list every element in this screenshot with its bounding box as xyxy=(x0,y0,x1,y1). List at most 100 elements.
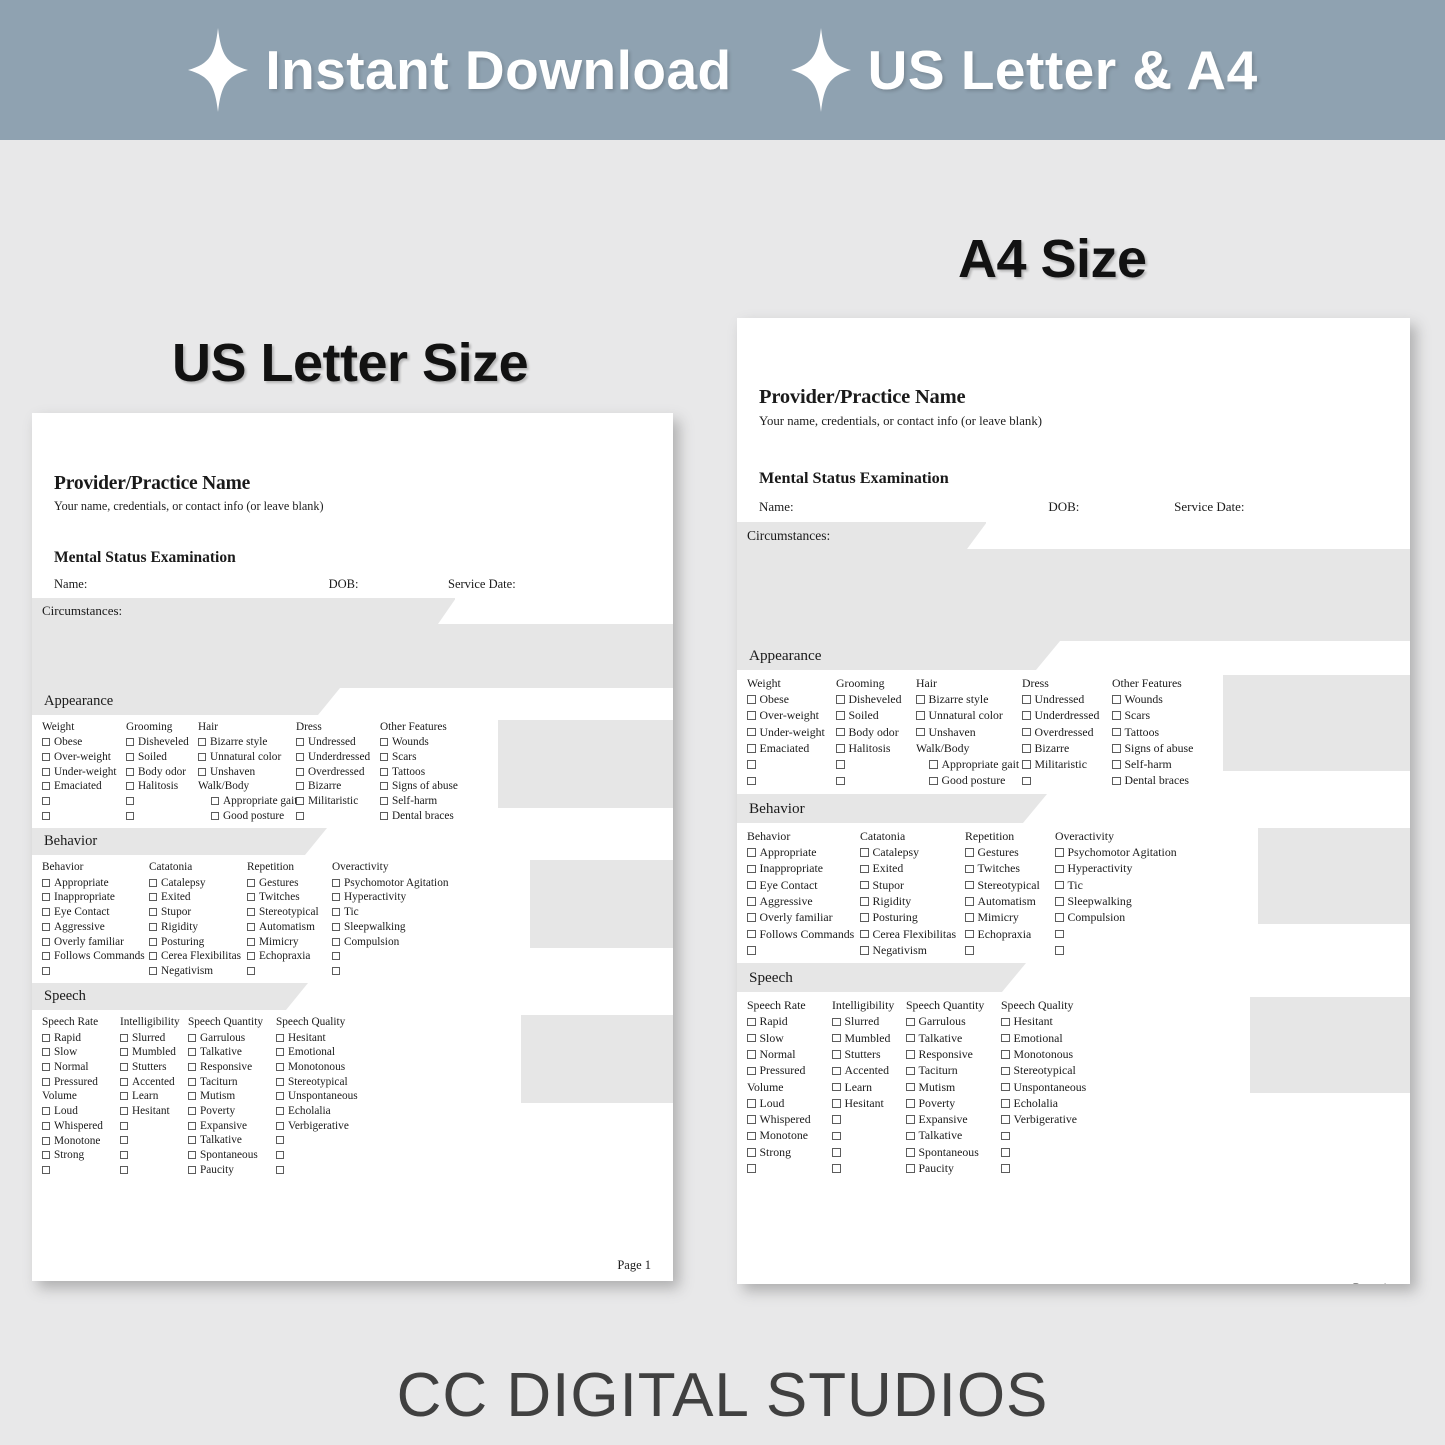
checkbox-icon[interactable] xyxy=(832,1066,841,1076)
checkbox-icon[interactable] xyxy=(296,811,304,820)
checkbox-icon[interactable] xyxy=(1022,776,1031,786)
checkbox-option-blank[interactable] xyxy=(1001,1128,1086,1144)
checkbox-icon[interactable] xyxy=(198,738,206,747)
checkbox-icon[interactable] xyxy=(860,897,869,906)
checkbox-option[interactable]: Follows Commands xyxy=(747,926,860,942)
checkbox-option[interactable]: Echolalia xyxy=(276,1104,358,1119)
checkbox-option[interactable]: Inappropriate xyxy=(747,861,860,877)
checkbox-option-blank[interactable] xyxy=(296,808,380,823)
checkbox-option-blank[interactable] xyxy=(747,773,836,789)
checkbox-option[interactable]: Emaciated xyxy=(747,740,836,756)
checkbox-icon[interactable] xyxy=(42,1151,50,1160)
checkbox-option[interactable]: Militaristic xyxy=(1022,756,1112,772)
checkbox-option[interactable]: Paucity xyxy=(188,1162,276,1177)
circumstances-block[interactable]: Circumstances: xyxy=(32,598,673,688)
checkbox-option[interactable]: Verbigerative xyxy=(276,1118,358,1133)
checkbox-option[interactable]: Sleepwalking xyxy=(332,920,449,935)
checkbox-icon[interactable] xyxy=(1112,727,1121,737)
checkbox-icon[interactable] xyxy=(296,767,304,776)
us-letter-document-preview[interactable]: Provider/Practice Name Your name, creden… xyxy=(32,413,673,1281)
checkbox-option-blank[interactable] xyxy=(1022,773,1112,789)
checkbox-option[interactable]: Appropriate xyxy=(42,875,149,890)
checkbox-option[interactable]: Compulsion xyxy=(332,934,449,949)
checkbox-icon[interactable] xyxy=(747,1131,756,1141)
checkbox-option[interactable]: Rigidity xyxy=(860,893,965,909)
checkbox-option[interactable]: Pressured xyxy=(42,1074,120,1089)
checkbox-option[interactable]: Rapid xyxy=(747,1014,832,1030)
checkbox-icon[interactable] xyxy=(832,1050,841,1059)
checkbox-option-blank[interactable] xyxy=(832,1112,906,1128)
service-date-field-label[interactable]: Service Date: xyxy=(1174,499,1388,515)
checkbox-option[interactable]: Slurred xyxy=(120,1030,188,1045)
checkbox-icon[interactable] xyxy=(42,1062,50,1071)
checkbox-option-blank[interactable] xyxy=(42,964,149,979)
checkbox-icon[interactable] xyxy=(860,864,869,874)
checkbox-option[interactable]: Talkative xyxy=(906,1128,1001,1144)
checkbox-icon[interactable] xyxy=(120,1151,128,1160)
checkbox-icon[interactable] xyxy=(1001,1131,1010,1141)
checkbox-option[interactable]: Emaciated xyxy=(42,779,126,794)
checkbox-option[interactable]: Gestures xyxy=(965,844,1055,860)
checkbox-option[interactable]: Loud xyxy=(747,1095,832,1111)
checkbox-option[interactable]: Signs of abuse xyxy=(1112,740,1193,756)
checkbox-option[interactable]: Follows Commands xyxy=(42,949,149,964)
checkbox-icon[interactable] xyxy=(747,880,756,890)
checkbox-option[interactable]: Hyperactivity xyxy=(332,890,449,905)
checkbox-option[interactable]: Negativism xyxy=(149,964,247,979)
checkbox-icon[interactable] xyxy=(906,1082,915,1092)
checkbox-option-blank[interactable] xyxy=(832,1160,906,1176)
checkbox-option-blank[interactable] xyxy=(276,1162,358,1177)
circumstances-input-area[interactable] xyxy=(737,549,1410,641)
checkbox-option[interactable]: Sleepwalking xyxy=(1055,893,1177,909)
checkbox-icon[interactable] xyxy=(276,1107,284,1116)
checkbox-icon[interactable] xyxy=(42,966,50,975)
checkbox-option[interactable]: Spontaneous xyxy=(188,1148,276,1163)
checkbox-option[interactable]: Mumbled xyxy=(120,1045,188,1060)
checkbox-icon[interactable] xyxy=(747,1148,756,1157)
checkbox-icon[interactable] xyxy=(1001,1033,1010,1043)
checkbox-icon[interactable] xyxy=(188,1092,196,1101)
checkbox-icon[interactable] xyxy=(747,1164,756,1173)
checkbox-option-blank[interactable] xyxy=(42,808,126,823)
checkbox-icon[interactable] xyxy=(276,1062,284,1071)
checkbox-icon[interactable] xyxy=(211,797,219,806)
checkbox-option[interactable]: Eye Contact xyxy=(42,905,149,920)
checkbox-option[interactable]: Soiled xyxy=(126,750,198,765)
checkbox-icon[interactable] xyxy=(247,893,255,902)
checkbox-option[interactable]: Exited xyxy=(149,890,247,905)
checkbox-icon[interactable] xyxy=(747,760,756,769)
checkbox-icon[interactable] xyxy=(42,1033,50,1042)
checkbox-option[interactable]: Underdressed xyxy=(1022,708,1112,724)
checkbox-option[interactable]: Emotional xyxy=(276,1045,358,1060)
checkbox-option[interactable]: Paucity xyxy=(906,1160,1001,1176)
notes-area-behavior[interactable] xyxy=(530,860,673,949)
checkbox-icon[interactable] xyxy=(42,753,50,762)
checkbox-option[interactable]: Taciturn xyxy=(188,1074,276,1089)
checkbox-icon[interactable] xyxy=(247,966,255,975)
checkbox-option[interactable]: Disheveled xyxy=(836,691,916,707)
checkbox-option[interactable]: Whispered xyxy=(747,1112,832,1128)
checkbox-option[interactable]: Scars xyxy=(380,750,458,765)
checkbox-icon[interactable] xyxy=(247,908,255,917)
checkbox-icon[interactable] xyxy=(1055,913,1064,922)
checkbox-icon[interactable] xyxy=(42,952,50,961)
checkbox-option[interactable]: Echopraxia xyxy=(247,949,332,964)
checkbox-icon[interactable] xyxy=(832,1017,841,1027)
checkbox-icon[interactable] xyxy=(1001,1148,1010,1157)
checkbox-icon[interactable] xyxy=(380,738,388,747)
checkbox-icon[interactable] xyxy=(332,878,340,887)
checkbox-icon[interactable] xyxy=(188,1062,196,1071)
checkbox-icon[interactable] xyxy=(188,1165,196,1174)
checkbox-icon[interactable] xyxy=(188,1107,196,1116)
checkbox-icon[interactable] xyxy=(965,848,974,857)
checkbox-icon[interactable] xyxy=(42,1048,50,1057)
checkbox-icon[interactable] xyxy=(120,1077,128,1086)
checkbox-option[interactable]: Underdressed xyxy=(296,750,380,765)
checkbox-icon[interactable] xyxy=(747,1033,756,1043)
checkbox-option-blank[interactable] xyxy=(332,964,449,979)
checkbox-icon[interactable] xyxy=(247,937,255,946)
checkbox-option[interactable]: Under-weight xyxy=(747,724,836,740)
checkbox-option[interactable]: Wounds xyxy=(1112,691,1193,707)
checkbox-icon[interactable] xyxy=(747,864,756,874)
checkbox-icon[interactable] xyxy=(126,753,134,762)
